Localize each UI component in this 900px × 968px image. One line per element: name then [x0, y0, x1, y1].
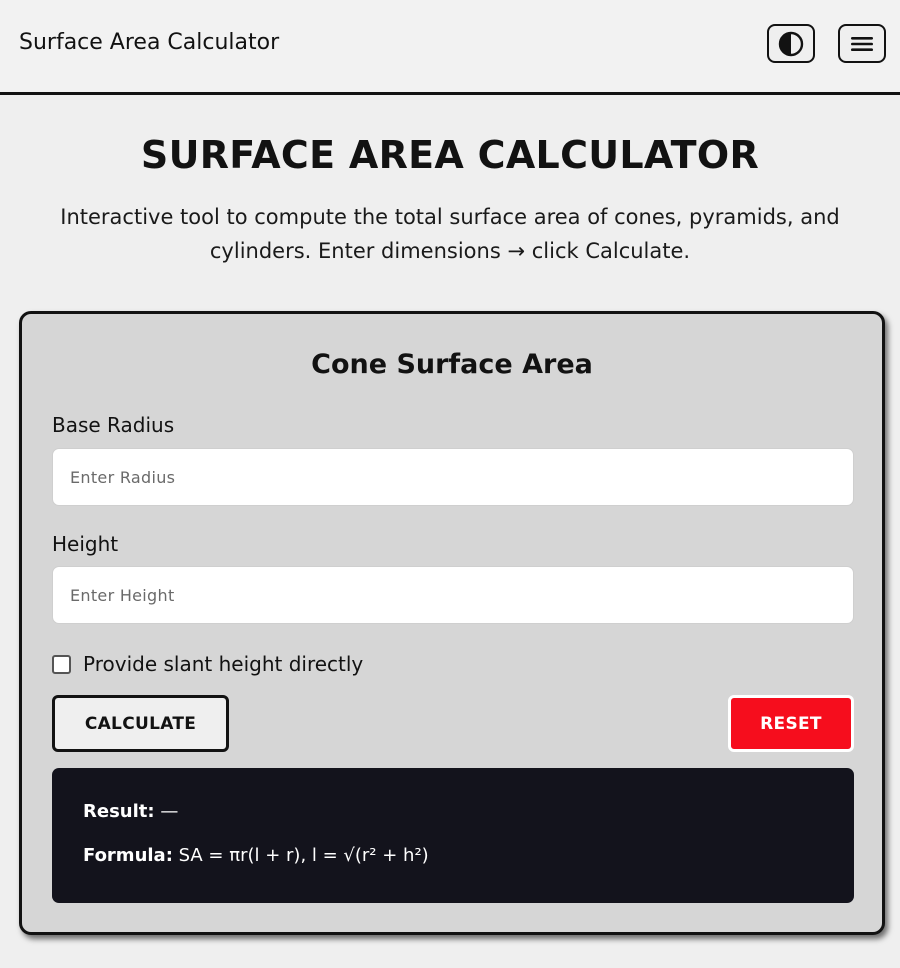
height-input[interactable]	[52, 566, 854, 624]
top-navbar: Surface Area Calculator	[0, 0, 900, 95]
formula-line: Formula: SA = πr(l + r), l = √(r² + h²)	[83, 845, 429, 866]
result-line: Result: —	[83, 801, 178, 822]
card-title: Cone Surface Area	[311, 349, 593, 380]
base-radius-input[interactable]	[52, 448, 854, 506]
menu-button[interactable]	[838, 24, 886, 63]
contrast-icon	[778, 31, 804, 56]
page-title: SURFACE AREA CALCULATOR	[140, 133, 760, 177]
hamburger-menu-icon	[851, 36, 873, 51]
slant-height-checkbox-label[interactable]: Provide slant height directly	[83, 652, 363, 676]
height-label: Height	[52, 532, 119, 556]
slant-height-option: Provide slant height directly	[52, 652, 363, 676]
calculate-button[interactable]: CALCULATE	[52, 695, 229, 752]
result-panel: Result: — Formula: SA = πr(l + r), l = √…	[52, 768, 854, 903]
brand-title[interactable]: Surface Area Calculator	[19, 30, 279, 55]
result-label: Result:	[83, 801, 155, 822]
formula-label: Formula:	[83, 845, 173, 866]
theme-toggle-button[interactable]	[767, 24, 815, 63]
intro-text: Interactive tool to compute the total su…	[60, 205, 840, 263]
result-value: —	[160, 801, 179, 822]
formula-value: SA = πr(l + r), l = √(r² + h²)	[178, 845, 429, 866]
reset-button[interactable]: RESET	[728, 695, 854, 752]
base-radius-label: Base Radius	[52, 413, 175, 437]
slant-height-checkbox[interactable]	[52, 654, 71, 674]
cone-calculator-card: Cone Surface Area Base Radius Height Pro…	[19, 311, 885, 935]
